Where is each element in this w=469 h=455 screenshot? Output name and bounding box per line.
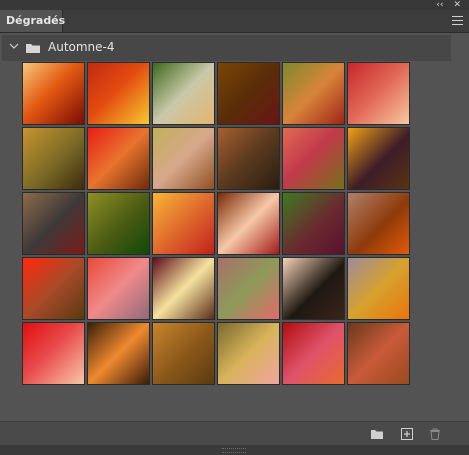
gradient-swatch[interactable] bbox=[217, 322, 280, 385]
gradient-swatch[interactable] bbox=[22, 62, 85, 125]
collapse-panel-icon[interactable]: ‹‹ bbox=[436, 0, 443, 10]
panel-menu-icon[interactable] bbox=[452, 16, 463, 25]
panel-bottom-toolbar bbox=[0, 421, 469, 446]
gradient-group-header[interactable]: Automne-4 bbox=[2, 35, 451, 61]
gradient-swatch[interactable] bbox=[152, 62, 215, 125]
gradient-swatch[interactable] bbox=[282, 192, 345, 255]
gradient-swatch[interactable] bbox=[217, 127, 280, 190]
gradient-swatch[interactable] bbox=[217, 62, 280, 125]
gradient-swatch[interactable] bbox=[217, 257, 280, 320]
tab-gradients[interactable]: Dégradés bbox=[0, 10, 66, 32]
gradient-swatch[interactable] bbox=[87, 192, 150, 255]
panel-resize-handle[interactable] bbox=[0, 445, 469, 455]
new-gradient-add-icon[interactable] bbox=[400, 428, 414, 440]
delete-trash-icon[interactable] bbox=[428, 428, 442, 440]
gradient-list bbox=[2, 61, 451, 421]
gradient-swatch[interactable] bbox=[347, 322, 410, 385]
resize-grip bbox=[222, 448, 246, 453]
gradient-swatch[interactable] bbox=[87, 62, 150, 125]
gradient-swatch[interactable] bbox=[22, 257, 85, 320]
gradient-swatch[interactable] bbox=[282, 257, 345, 320]
gradient-swatch[interactable] bbox=[22, 192, 85, 255]
tab-title: Dégradés bbox=[6, 14, 66, 27]
gradient-swatch[interactable] bbox=[22, 322, 85, 385]
gradient-swatch[interactable] bbox=[152, 322, 215, 385]
window-controls: ‹‹ ✕ bbox=[436, 0, 461, 10]
group-name: Automne-4 bbox=[48, 40, 115, 54]
gradient-swatch[interactable] bbox=[22, 127, 85, 190]
gradient-swatch[interactable] bbox=[282, 322, 345, 385]
scrollbar[interactable] bbox=[434, 61, 451, 421]
gradient-swatch[interactable] bbox=[347, 257, 410, 320]
panel-top-strip: ‹‹ ✕ bbox=[0, 0, 469, 10]
new-group-folder-icon[interactable] bbox=[370, 428, 384, 440]
folder-icon bbox=[26, 44, 40, 53]
gradient-swatch[interactable] bbox=[152, 127, 215, 190]
gradient-swatch[interactable] bbox=[347, 127, 410, 190]
gradient-swatch[interactable] bbox=[282, 62, 345, 125]
chevron-down-icon[interactable] bbox=[9, 41, 19, 51]
gradient-swatch[interactable] bbox=[87, 322, 150, 385]
gradient-swatch[interactable] bbox=[152, 192, 215, 255]
close-panel-icon[interactable]: ✕ bbox=[453, 0, 461, 10]
gradient-swatch[interactable] bbox=[217, 192, 280, 255]
gradient-swatch[interactable] bbox=[347, 192, 410, 255]
gradient-swatch[interactable] bbox=[152, 257, 215, 320]
gradient-grid bbox=[22, 62, 410, 385]
panel-tab-bar: Dégradés bbox=[0, 10, 469, 33]
gradient-swatch[interactable] bbox=[87, 127, 150, 190]
gradient-swatch[interactable] bbox=[87, 257, 150, 320]
gradient-swatch[interactable] bbox=[347, 62, 410, 125]
gradient-swatch[interactable] bbox=[282, 127, 345, 190]
